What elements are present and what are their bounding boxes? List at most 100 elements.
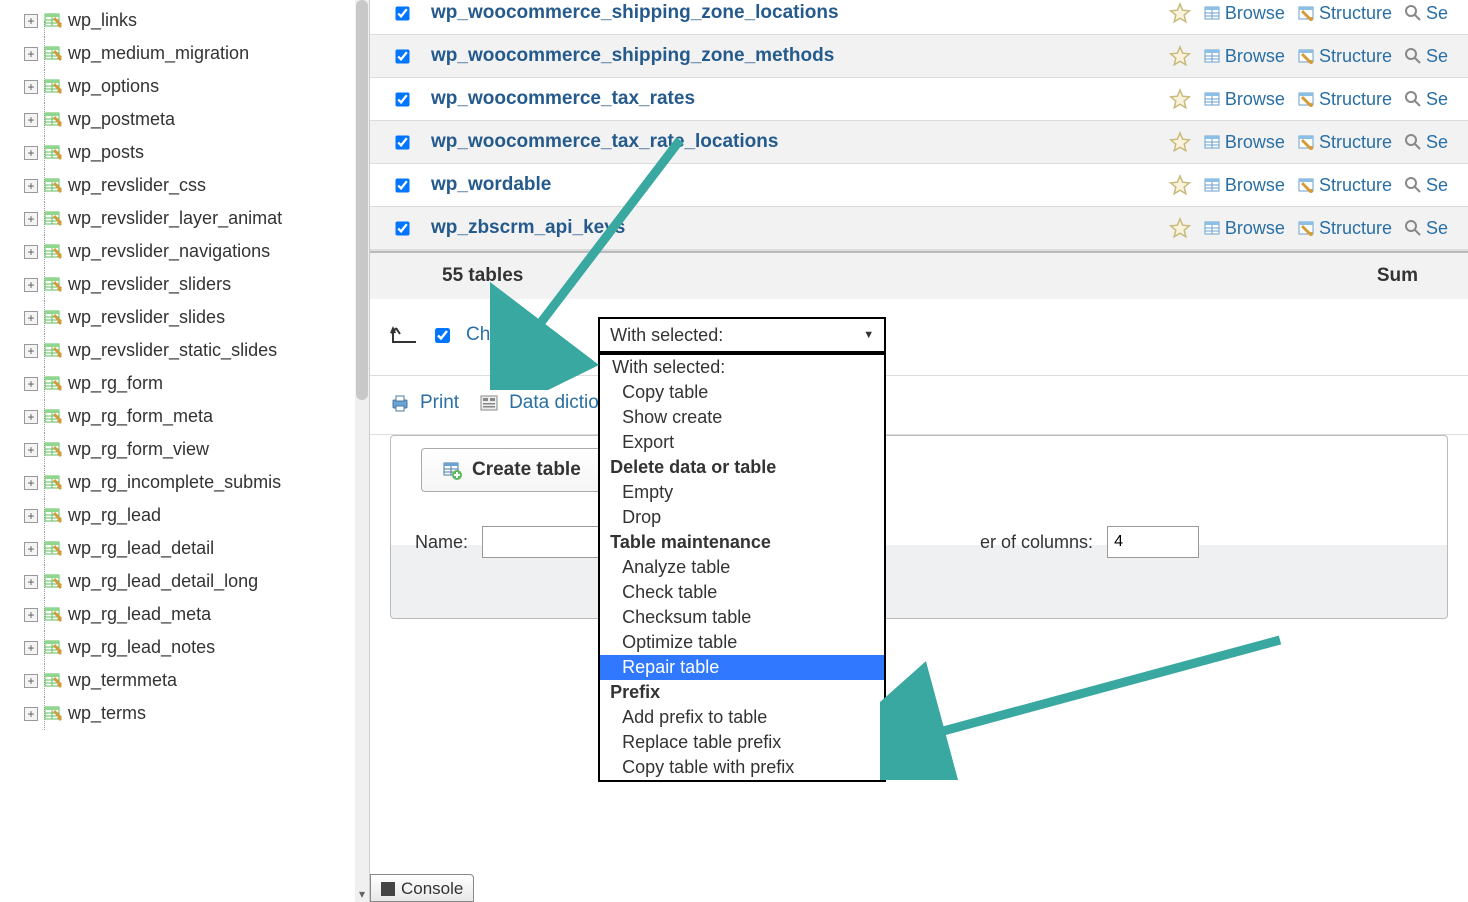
dd-check[interactable]: Check table xyxy=(600,580,884,605)
columns-count-input[interactable] xyxy=(1107,526,1199,558)
row-checkbox[interactable] xyxy=(395,135,409,149)
sidebar-item-wp_rg_incomplete_submis[interactable]: +wp_rg_incomplete_submis xyxy=(0,466,369,499)
expand-icon[interactable]: + xyxy=(24,278,38,292)
favorite-star-icon[interactable] xyxy=(1169,2,1191,24)
expand-icon[interactable]: + xyxy=(24,47,38,61)
sidebar-item-wp_revslider_navigations[interactable]: +wp_revslider_navigations xyxy=(0,235,369,268)
row-checkbox[interactable] xyxy=(395,49,409,63)
expand-icon[interactable]: + xyxy=(24,14,38,28)
expand-icon[interactable]: + xyxy=(24,476,38,490)
expand-icon[interactable]: + xyxy=(24,542,38,556)
table-name-link[interactable]: wp_woocommerce_tax_rates xyxy=(431,88,1169,110)
browse-link[interactable]: Browse xyxy=(1203,218,1285,239)
favorite-star-icon[interactable] xyxy=(1169,88,1191,110)
sidebar-item-wp_options[interactable]: +wp_options xyxy=(0,70,369,103)
sidebar-item-wp_revslider_css[interactable]: +wp_revslider_css xyxy=(0,169,369,202)
dd-drop[interactable]: Drop xyxy=(600,505,884,530)
search-link[interactable]: Se xyxy=(1404,3,1448,24)
with-selected-dropdown[interactable]: With selected: xyxy=(598,317,886,353)
structure-link[interactable]: Structure xyxy=(1297,218,1392,239)
expand-icon[interactable]: + xyxy=(24,575,38,589)
browse-link[interactable]: Browse xyxy=(1203,46,1285,67)
browse-link[interactable]: Browse xyxy=(1203,132,1285,153)
dd-repair[interactable]: Repair table xyxy=(600,655,884,680)
sidebar-item-wp_rg_lead_notes[interactable]: +wp_rg_lead_notes xyxy=(0,631,369,664)
sidebar-item-wp_rg_form_meta[interactable]: +wp_rg_form_meta xyxy=(0,400,369,433)
expand-icon[interactable]: + xyxy=(24,509,38,523)
expand-icon[interactable]: + xyxy=(24,410,38,424)
structure-link[interactable]: Structure xyxy=(1297,46,1392,67)
row-checkbox[interactable] xyxy=(395,178,409,192)
search-link[interactable]: Se xyxy=(1404,218,1448,239)
table-name-link[interactable]: wp_wordable xyxy=(431,174,1169,196)
structure-link[interactable]: Structure xyxy=(1297,175,1392,196)
sidebar-item-wp_postmeta[interactable]: +wp_postmeta xyxy=(0,103,369,136)
dd-optimize[interactable]: Optimize table xyxy=(600,630,884,655)
sidebar-item-wp_revslider_sliders[interactable]: +wp_revslider_sliders xyxy=(0,268,369,301)
favorite-star-icon[interactable] xyxy=(1169,174,1191,196)
create-table-button[interactable]: Create table xyxy=(421,448,602,492)
expand-icon[interactable]: + xyxy=(24,641,38,655)
structure-link[interactable]: Structure xyxy=(1297,3,1392,24)
browse-link[interactable]: Browse xyxy=(1203,89,1285,110)
print-link[interactable]: Print xyxy=(420,392,459,414)
sidebar-scrollbar[interactable]: ▾ xyxy=(355,0,369,902)
table-name-link[interactable]: wp_zbscrm_api_keys xyxy=(431,217,1169,239)
browse-link[interactable]: Browse xyxy=(1203,3,1285,24)
expand-icon[interactable]: + xyxy=(24,212,38,226)
expand-icon[interactable]: + xyxy=(24,80,38,94)
check-all-label[interactable]: Check all xyxy=(466,324,544,346)
sidebar-item-wp_rg_lead[interactable]: +wp_rg_lead xyxy=(0,499,369,532)
structure-link[interactable]: Structure xyxy=(1297,89,1392,110)
row-checkbox[interactable] xyxy=(395,92,409,106)
sidebar-item-wp_revslider_slides[interactable]: +wp_revslider_slides xyxy=(0,301,369,334)
sidebar-item-wp_rg_form_view[interactable]: +wp_rg_form_view xyxy=(0,433,369,466)
dd-export[interactable]: Export xyxy=(600,430,884,455)
check-all-checkbox[interactable] xyxy=(435,328,450,343)
expand-icon[interactable]: + xyxy=(24,377,38,391)
expand-icon[interactable]: + xyxy=(24,311,38,325)
table-name-link[interactable]: wp_woocommerce_tax_rate_locations xyxy=(431,131,1169,153)
sidebar-item-wp_rg_lead_meta[interactable]: +wp_rg_lead_meta xyxy=(0,598,369,631)
console-button[interactable]: Console xyxy=(370,874,474,902)
sidebar-item-wp_rg_lead_detail_long[interactable]: +wp_rg_lead_detail_long xyxy=(0,565,369,598)
row-checkbox[interactable] xyxy=(395,6,409,20)
dd-add-prefix[interactable]: Add prefix to table xyxy=(600,705,884,730)
sidebar-item-wp_rg_form[interactable]: +wp_rg_form xyxy=(0,367,369,400)
expand-icon[interactable]: + xyxy=(24,443,38,457)
expand-icon[interactable]: + xyxy=(24,707,38,721)
table-name-link[interactable]: wp_woocommerce_shipping_zone_locations xyxy=(431,2,1169,24)
expand-icon[interactable]: + xyxy=(24,245,38,259)
with-selected-menu[interactable]: With selected: Copy table Show create Ex… xyxy=(598,353,886,782)
expand-icon[interactable]: + xyxy=(24,113,38,127)
search-link[interactable]: Se xyxy=(1404,175,1448,196)
row-checkbox[interactable] xyxy=(395,221,409,235)
sidebar-item-wp_links[interactable]: +wp_links xyxy=(0,4,369,37)
browse-link[interactable]: Browse xyxy=(1203,175,1285,196)
sidebar-item-wp_revslider_layer_animat[interactable]: +wp_revslider_layer_animat xyxy=(0,202,369,235)
dd-analyze[interactable]: Analyze table xyxy=(600,555,884,580)
expand-icon[interactable]: + xyxy=(24,146,38,160)
expand-icon[interactable]: + xyxy=(24,608,38,622)
scrollbar-thumb[interactable] xyxy=(356,0,368,400)
dd-copy-table[interactable]: Copy table xyxy=(600,380,884,405)
search-link[interactable]: Se xyxy=(1404,46,1448,67)
sidebar-item-wp_medium_migration[interactable]: +wp_medium_migration xyxy=(0,37,369,70)
favorite-star-icon[interactable] xyxy=(1169,45,1191,67)
search-link[interactable]: Se xyxy=(1404,89,1448,110)
sidebar-item-wp_termmeta[interactable]: +wp_termmeta xyxy=(0,664,369,697)
expand-icon[interactable]: + xyxy=(24,344,38,358)
favorite-star-icon[interactable] xyxy=(1169,131,1191,153)
sidebar-item-wp_posts[interactable]: +wp_posts xyxy=(0,136,369,169)
search-link[interactable]: Se xyxy=(1404,132,1448,153)
dd-show-create[interactable]: Show create xyxy=(600,405,884,430)
scrollbar-down-arrow-icon[interactable]: ▾ xyxy=(355,886,369,902)
dd-replace-prefix[interactable]: Replace table prefix xyxy=(600,730,884,755)
expand-icon[interactable]: + xyxy=(24,674,38,688)
dd-with-selected[interactable]: With selected: xyxy=(600,355,884,380)
dd-empty[interactable]: Empty xyxy=(600,480,884,505)
sidebar-item-wp_revslider_static_slides[interactable]: +wp_revslider_static_slides xyxy=(0,334,369,367)
sidebar-item-wp_rg_lead_detail[interactable]: +wp_rg_lead_detail xyxy=(0,532,369,565)
favorite-star-icon[interactable] xyxy=(1169,217,1191,239)
dd-copy-prefix[interactable]: Copy table with prefix xyxy=(600,755,884,780)
